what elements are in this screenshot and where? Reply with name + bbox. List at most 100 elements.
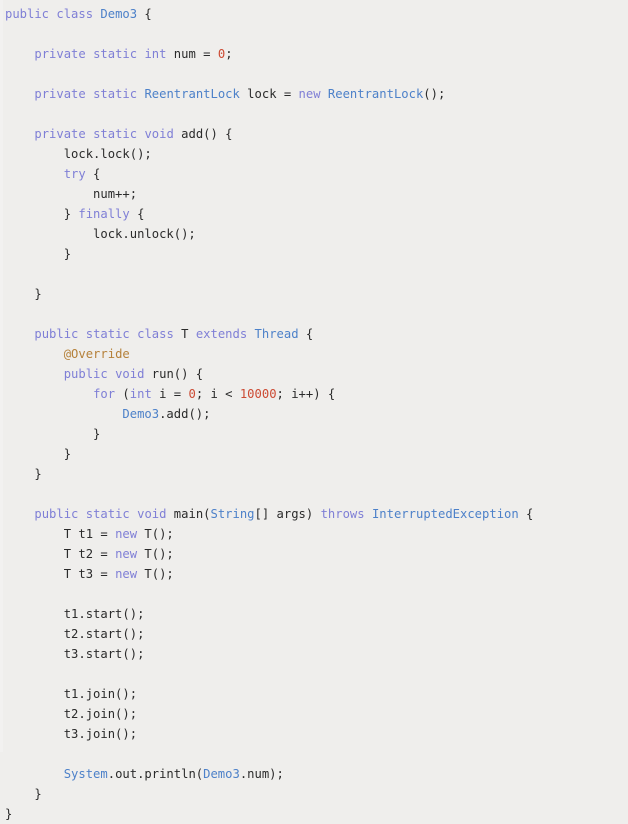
code-line: t1.join(); (5, 684, 628, 704)
code-line: try { (5, 164, 628, 184)
code-token-pl: num = (166, 47, 218, 61)
code-content[interactable]: public class Demo3 { private static int … (0, 4, 628, 824)
code-token-kw: public (34, 327, 79, 341)
code-token-typ: ReentrantLock (327, 87, 424, 101)
code-line: lock.unlock(); (5, 224, 628, 244)
code-line: t2.start(); (5, 624, 628, 644)
code-token-num: 10000 (239, 387, 277, 401)
code-token-pl: T (173, 327, 196, 341)
code-token-kw: static (85, 507, 130, 521)
code-line: public static void main(String[] args) t… (5, 504, 628, 524)
code-token-typ: Thread (254, 327, 299, 341)
code-token-pl: add() { (173, 127, 233, 141)
code-token-kw: class (137, 327, 174, 341)
code-token-pl: T t3 = (5, 567, 116, 581)
code-line: T t2 = new T(); (5, 544, 628, 564)
code-token-pl: .add(); (159, 407, 211, 421)
code-token-pl: } (5, 447, 72, 461)
code-token-typ: String (210, 507, 255, 521)
code-token-typ: ReentrantLock (144, 87, 240, 101)
code-token-typ: Demo3 (100, 7, 138, 21)
code-token-kw: static (93, 87, 138, 101)
code-token-pl: T(); (137, 567, 174, 581)
code-token-pl: ; (225, 47, 233, 61)
code-line: System.out.println(Demo3.num); (5, 764, 628, 784)
code-line: T t1 = new T(); (5, 524, 628, 544)
code-token-pl: T(); (137, 527, 174, 541)
code-line: num++; (5, 184, 628, 204)
code-token-pl: { (518, 507, 534, 521)
code-line: } (5, 244, 628, 264)
code-token-pl: } (5, 807, 13, 821)
code-token-pl: ; i++) { (276, 387, 336, 401)
code-token-kw: void (144, 127, 174, 141)
code-token-kw: void (137, 507, 167, 521)
code-line: public static class T extends Thread { (5, 324, 628, 344)
code-token-kw: int (129, 387, 152, 401)
code-token-pl: lock = (239, 87, 299, 101)
code-token-pl: [] args) (254, 507, 321, 521)
code-editor[interactable]: public class Demo3 { private static int … (0, 0, 628, 821)
code-token-typ: System (63, 767, 108, 781)
code-line: public class Demo3 { (5, 4, 628, 24)
code-line: } (5, 284, 628, 304)
code-token-kw: private (34, 87, 86, 101)
code-line: public void run() { (5, 364, 628, 384)
code-token-pl: ( (115, 387, 130, 401)
code-token-kw: new (115, 567, 138, 581)
code-token-pl: } (5, 427, 101, 441)
code-token-pl: t3.start(); (5, 647, 145, 661)
code-token-pl: i = (151, 387, 189, 401)
code-token-typ: Demo3 (122, 407, 160, 421)
code-line: t3.start(); (5, 644, 628, 664)
code-line: private static int num = 0; (5, 44, 628, 64)
code-token-pl: } (5, 787, 42, 801)
code-line: private static void add() { (5, 124, 628, 144)
code-token-pl: t2.start(); (5, 627, 145, 641)
code-token-pl: T t2 = (5, 547, 116, 561)
code-token-pl: lock.lock(); (5, 147, 152, 161)
code-token-kw: throws (320, 507, 365, 521)
code-line: } (5, 424, 628, 444)
code-line: } (5, 804, 628, 824)
code-token-pl: T t1 = (5, 527, 116, 541)
code-token-pl: (); (423, 87, 446, 101)
code-token-kw: new (115, 527, 138, 541)
code-token-pl: t2.join(); (5, 707, 138, 721)
code-line: } (5, 444, 628, 464)
code-token-pl: t3.join(); (5, 727, 138, 741)
code-token-kw: private (34, 127, 86, 141)
code-token-pl: num++; (5, 187, 138, 201)
code-token-kw: public (63, 367, 108, 381)
code-token-pl: main( (166, 507, 211, 521)
code-token-pl: } (5, 467, 42, 481)
code-token-kw: static (93, 127, 138, 141)
code-token-pl: t1.join(); (5, 687, 138, 701)
